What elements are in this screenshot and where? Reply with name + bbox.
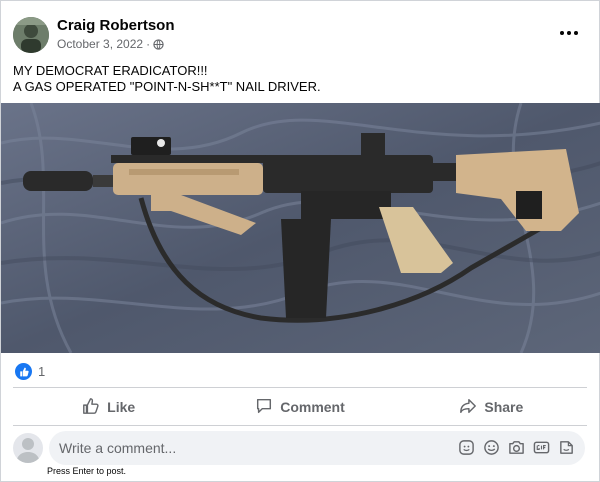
post-text: MY DEMOCRAT ERADICATOR!!! A GAS OPERATED… — [13, 63, 321, 95]
composer-icons — [458, 439, 575, 456]
comment-label: Comment — [280, 399, 345, 415]
share-label: Share — [484, 399, 524, 415]
like-count[interactable]: 1 — [38, 364, 45, 379]
thumbs-up-icon — [82, 397, 100, 418]
post-text-line-2: A GAS OPERATED "POINT-N-SH**T" NAIL DRIV… — [13, 79, 321, 94]
composer-hint: Press Enter to post. — [47, 466, 127, 476]
globe-icon — [153, 38, 164, 50]
comment-placeholder: Write a comment... — [59, 440, 177, 456]
comment-button[interactable]: Comment — [204, 391, 395, 423]
gif-icon[interactable] — [533, 439, 550, 456]
emoji-icon[interactable] — [483, 439, 500, 456]
divider — [13, 425, 587, 426]
post-date[interactable]: October 3, 2022 — [57, 37, 143, 51]
author-name[interactable]: Craig Robertson — [57, 17, 175, 34]
thumbs-up-icon — [15, 363, 32, 380]
sticker-icon[interactable] — [458, 439, 475, 456]
camera-icon[interactable] — [508, 439, 525, 456]
post-text-line-1: MY DEMOCRAT ERADICATOR!!! — [13, 63, 208, 78]
author-avatar[interactable] — [13, 17, 49, 53]
more-icon[interactable] — [557, 23, 581, 43]
comment-input[interactable]: Write a comment... — [49, 431, 585, 465]
sticker-smile-icon[interactable] — [558, 439, 575, 456]
like-button[interactable]: Like — [13, 391, 204, 423]
comment-icon — [255, 397, 273, 418]
share-icon — [459, 397, 477, 418]
post-photo[interactable] — [1, 103, 600, 353]
post-actions: Like Comment Share — [13, 391, 587, 423]
post-header: Craig Robertson October 3, 2022 · — [13, 15, 587, 55]
meta-separator: · — [146, 37, 151, 51]
reactions-summary[interactable]: 1 — [15, 363, 45, 380]
share-button[interactable]: Share — [396, 391, 587, 423]
post-card: Craig Robertson October 3, 2022 · MY DEM… — [0, 0, 600, 482]
like-label: Like — [107, 399, 136, 415]
comment-composer: Write a comment... — [13, 431, 587, 465]
avatar-icon[interactable] — [13, 433, 43, 463]
post-meta: October 3, 2022 · — [57, 37, 164, 51]
divider — [13, 387, 587, 388]
